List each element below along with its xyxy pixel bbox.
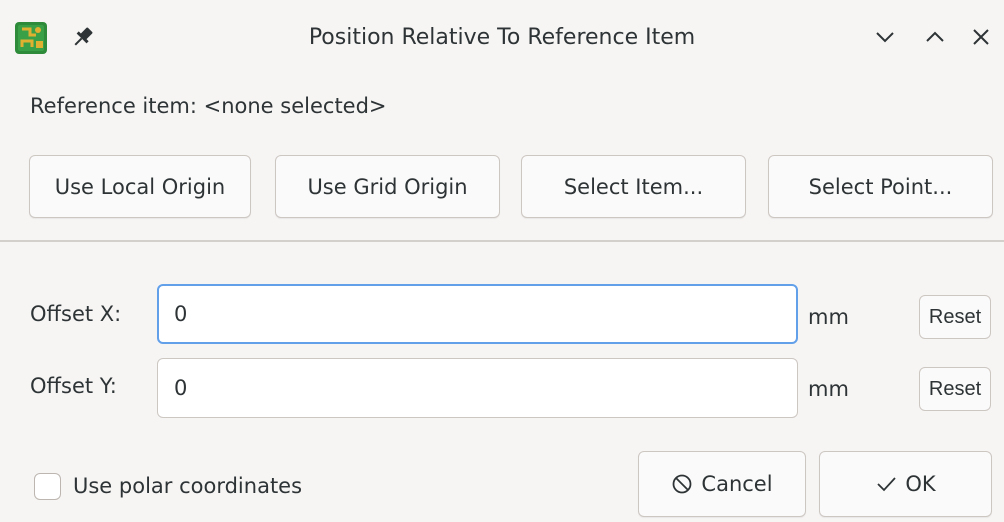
offset-y-unit: mm bbox=[808, 377, 849, 401]
offset-y-label: Offset Y: bbox=[30, 374, 117, 398]
use-local-origin-button[interactable]: Use Local Origin bbox=[29, 155, 251, 218]
select-point-button[interactable]: Select Point... bbox=[768, 155, 993, 218]
polar-coordinates-option[interactable]: Use polar coordinates bbox=[34, 468, 302, 504]
cancel-button[interactable]: Cancel bbox=[638, 451, 806, 517]
chevron-up-icon[interactable] bbox=[920, 22, 950, 52]
cancel-icon bbox=[673, 474, 692, 494]
offset-x-unit: mm bbox=[808, 305, 849, 329]
reference-item-label: Reference item: <none selected> bbox=[30, 94, 387, 118]
window-title: Position Relative To Reference Item bbox=[308, 25, 696, 50]
polar-coordinates-label: Use polar coordinates bbox=[73, 474, 303, 498]
polar-coordinates-checkbox[interactable] bbox=[34, 472, 61, 500]
chevron-down-icon[interactable] bbox=[870, 22, 900, 52]
use-grid-origin-button[interactable]: Use Grid Origin bbox=[275, 155, 500, 218]
offset-y-reset-button[interactable]: Reset bbox=[919, 367, 991, 411]
cancel-label: Cancel bbox=[701, 472, 773, 496]
offset-x-input[interactable] bbox=[157, 284, 798, 344]
ok-button[interactable]: OK bbox=[819, 451, 992, 517]
offset-y-input[interactable] bbox=[157, 358, 798, 418]
select-item-button[interactable]: Select Item... bbox=[521, 155, 746, 218]
close-icon[interactable] bbox=[966, 22, 996, 52]
offset-x-label: Offset X: bbox=[30, 302, 122, 326]
checkmark-icon bbox=[877, 477, 897, 492]
divider bbox=[0, 240, 1004, 242]
ok-label: OK bbox=[905, 472, 936, 496]
title-bar[interactable]: Position Relative To Reference Item bbox=[0, 0, 1004, 76]
dialog-window: Position Relative To Reference Item Refe… bbox=[0, 0, 1004, 522]
offset-x-reset-button[interactable]: Reset bbox=[919, 295, 991, 339]
